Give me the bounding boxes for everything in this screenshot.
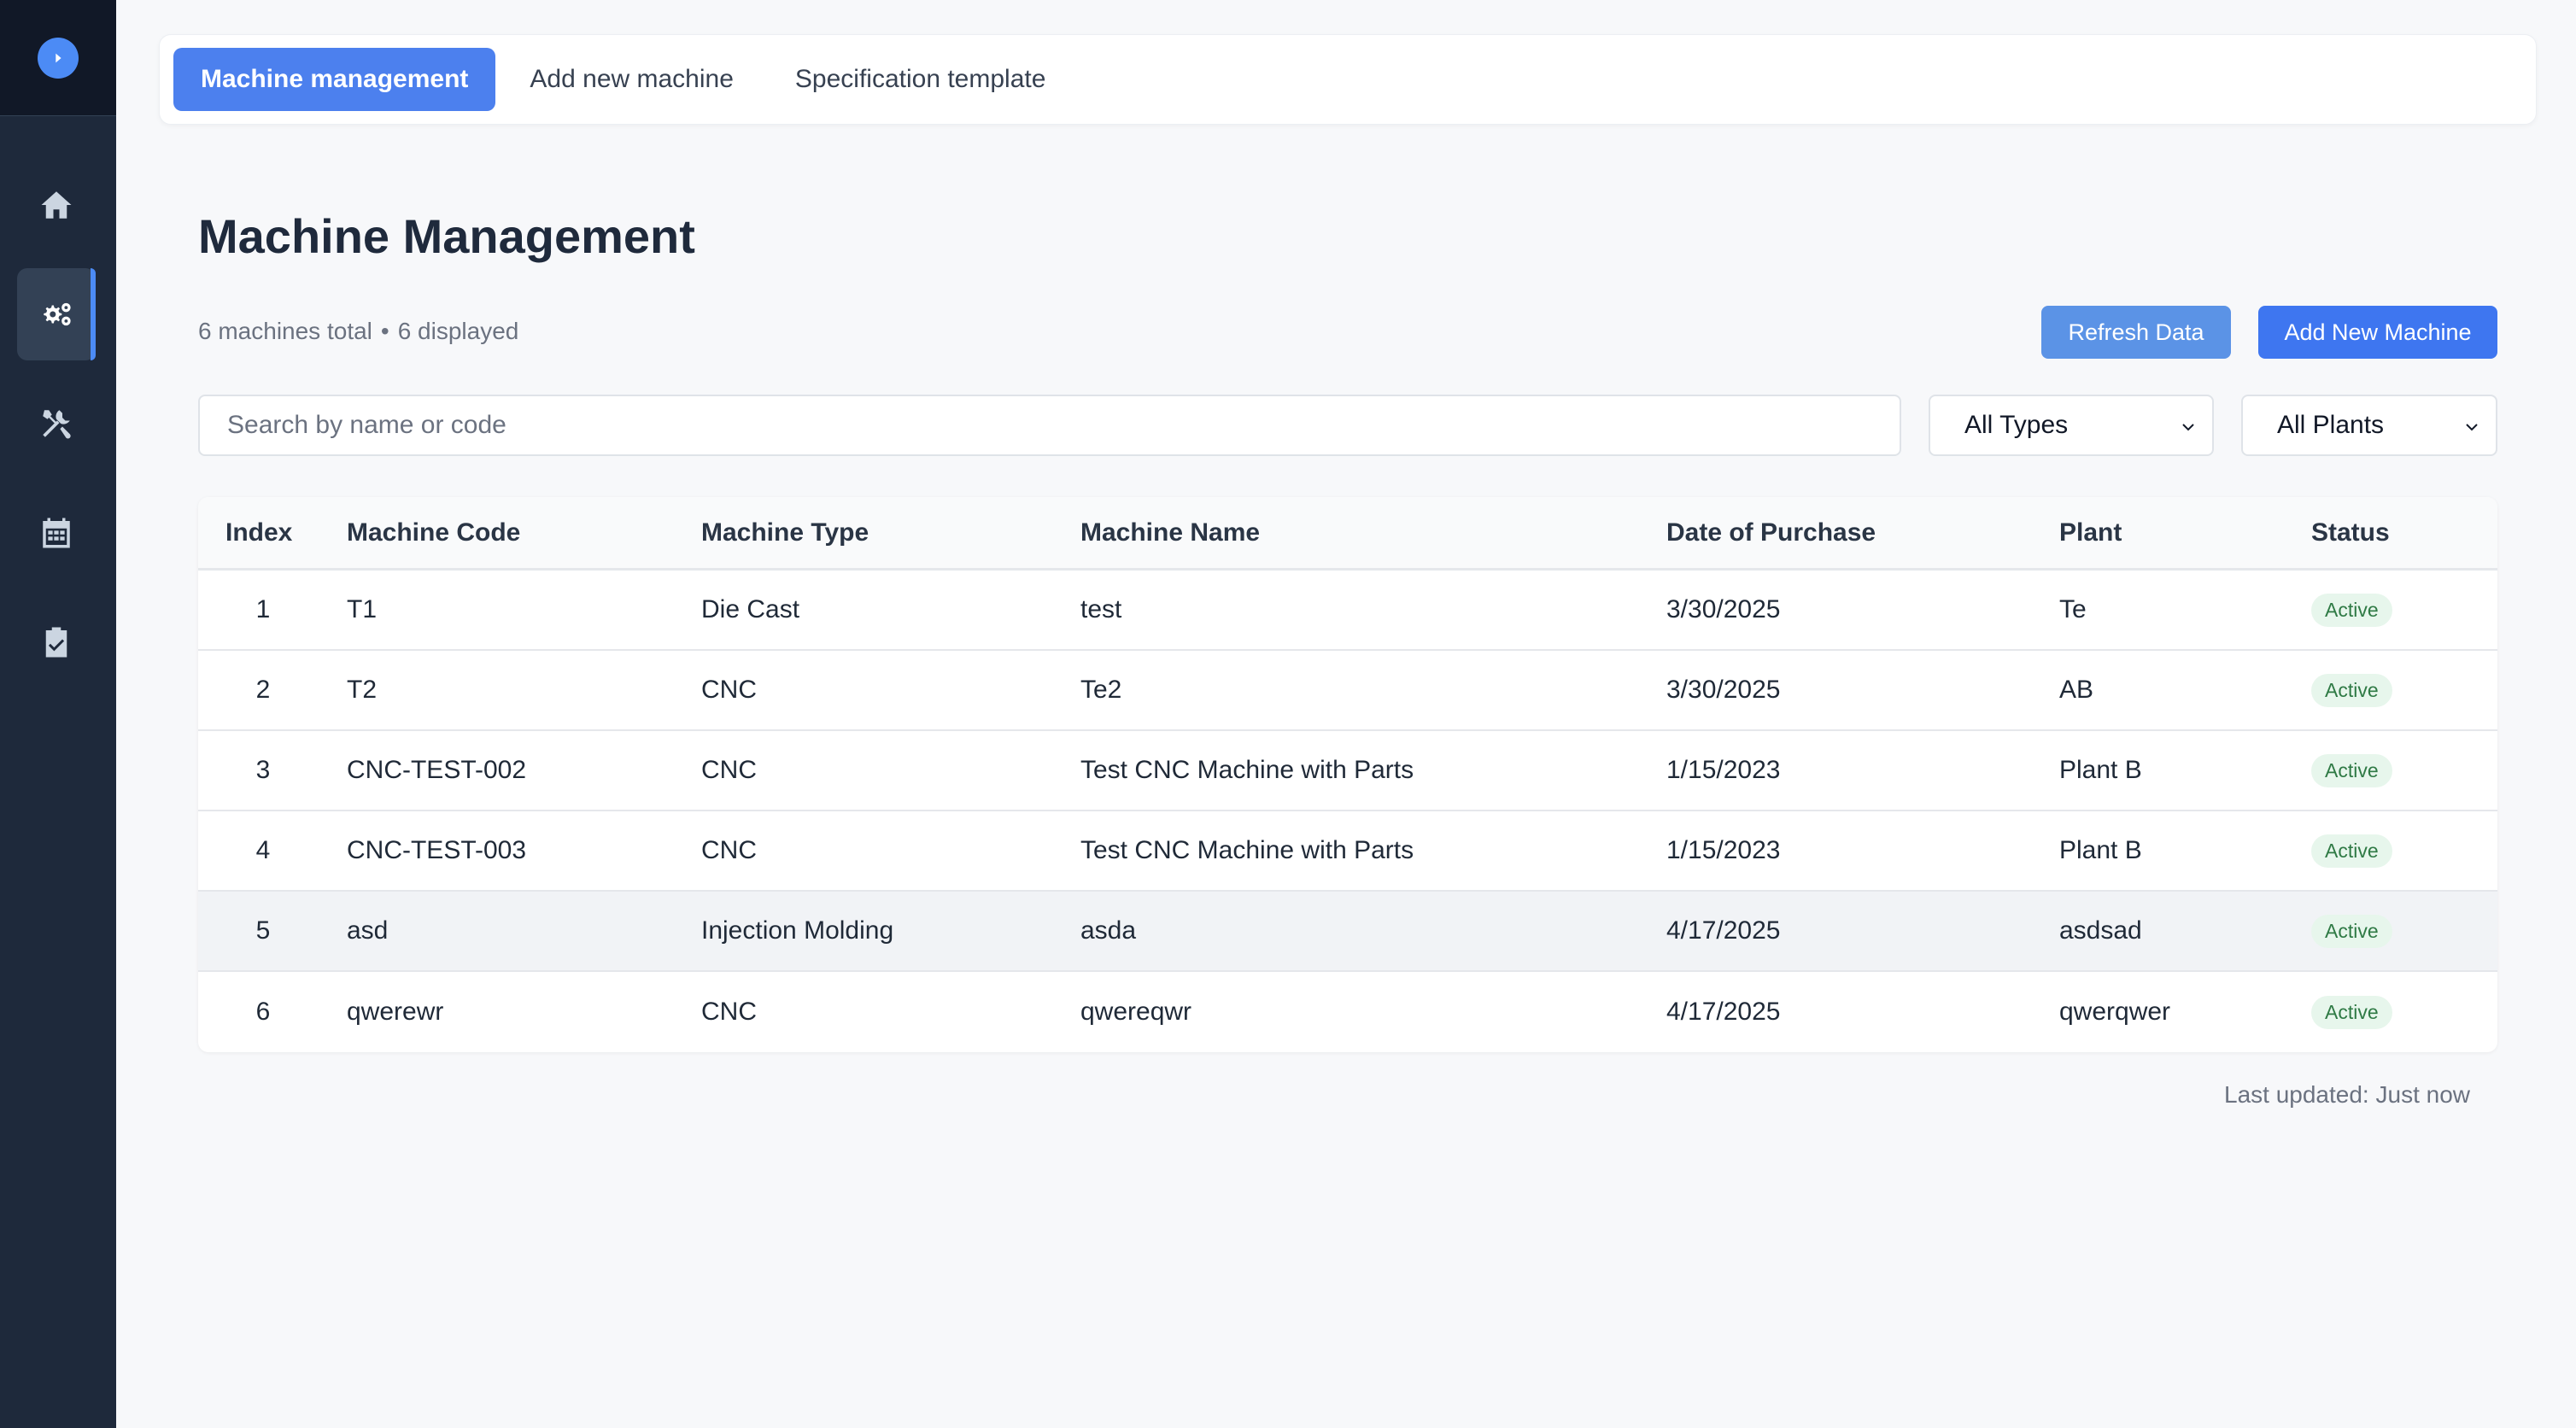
tools-icon bbox=[43, 410, 71, 439]
cell-date-of-purchase: 4/17/2025 bbox=[1666, 916, 1781, 945]
plant-filter-select[interactable]: All Plants bbox=[2241, 395, 2497, 456]
last-updated: Last updated: Just now bbox=[2224, 1081, 2470, 1109]
total-count: 6 machines total bbox=[198, 318, 372, 344]
chevron-down-icon bbox=[2466, 424, 2478, 431]
sidebar-item-home[interactable] bbox=[17, 159, 96, 251]
last-updated-value: Just now bbox=[2375, 1081, 2471, 1108]
cell-date-of-purchase: 1/15/2023 bbox=[1666, 836, 1781, 864]
table-row[interactable]: 3 CNC-TEST-002 CNC Test CNC Machine with… bbox=[198, 731, 2497, 811]
type-filter-value: All Types bbox=[1964, 411, 2069, 439]
add-new-machine-button[interactable]: Add New Machine bbox=[2258, 306, 2497, 359]
cell-status: Active bbox=[2311, 753, 2392, 787]
cell-machine-code: asd bbox=[347, 916, 389, 945]
column-header-plant[interactable]: Plant bbox=[2059, 518, 2122, 547]
tab-add-new-machine[interactable]: Add new machine bbox=[502, 48, 760, 111]
cell-plant: qwerqwer bbox=[2059, 998, 2171, 1026]
separator-dot: • bbox=[380, 318, 389, 344]
tab-machine-management[interactable]: Machine management bbox=[173, 48, 496, 111]
cell-machine-code: CNC-TEST-002 bbox=[347, 756, 527, 784]
sidebar-item-machines[interactable] bbox=[17, 268, 96, 360]
tab-bar: Machine management Add new machine Speci… bbox=[159, 34, 2537, 125]
cell-status: Active bbox=[2311, 834, 2392, 868]
table-row[interactable]: 4 CNC-TEST-003 CNC Test CNC Machine with… bbox=[198, 811, 2497, 892]
cell-machine-name: test bbox=[1080, 595, 1122, 623]
calendar-icon bbox=[43, 518, 70, 548]
cell-date-of-purchase: 3/30/2025 bbox=[1666, 676, 1781, 704]
machines-table: Index Machine Code Machine Type Machine … bbox=[198, 497, 2497, 1052]
cell-date-of-purchase: 3/30/2025 bbox=[1666, 595, 1781, 623]
cell-machine-type: CNC bbox=[701, 998, 757, 1026]
sidebar-header bbox=[0, 0, 116, 116]
cell-machine-type: CNC bbox=[701, 756, 757, 784]
cell-index: 3 bbox=[255, 756, 271, 784]
status-badge: Active bbox=[2311, 995, 2392, 1029]
search-input[interactable] bbox=[198, 395, 1901, 456]
column-header-machine-code[interactable]: Machine Code bbox=[347, 518, 520, 547]
cell-plant: Plant B bbox=[2059, 836, 2142, 864]
column-header-index[interactable]: Index bbox=[225, 518, 345, 547]
table-row[interactable]: 6 qwerewr CNC qwereqwr 4/17/2025 qwerqwe… bbox=[198, 972, 2497, 1052]
last-updated-label: Last updated: bbox=[2224, 1081, 2369, 1108]
chevron-right-icon bbox=[56, 53, 61, 62]
sidebar-toggle-button[interactable] bbox=[38, 37, 79, 79]
home-icon bbox=[41, 191, 72, 219]
type-filter-select[interactable]: All Types bbox=[1929, 395, 2214, 456]
status-badge: Active bbox=[2311, 593, 2392, 627]
cell-machine-name: Test CNC Machine with Parts bbox=[1080, 836, 1414, 864]
cell-machine-type: Injection Molding bbox=[701, 916, 894, 945]
cell-machine-code: qwerewr bbox=[347, 998, 444, 1026]
clipboard-check-icon bbox=[45, 627, 67, 658]
cell-machine-type: Die Cast bbox=[701, 595, 800, 623]
sidebar-item-tasks[interactable] bbox=[17, 596, 96, 688]
table-row[interactable]: 5 asd Injection Molding asda 4/17/2025 a… bbox=[198, 892, 2497, 972]
table-row[interactable]: 2 T2 CNC Te2 3/30/2025 AB Active bbox=[198, 651, 2497, 731]
cell-index: 2 bbox=[255, 676, 271, 704]
status-badge: Active bbox=[2311, 914, 2392, 948]
cell-machine-code: CNC-TEST-003 bbox=[347, 836, 527, 864]
sidebar-item-calendar[interactable] bbox=[17, 487, 96, 579]
cell-machine-code: T2 bbox=[347, 676, 378, 704]
tab-specification-template[interactable]: Specification template bbox=[768, 48, 1074, 111]
cell-machine-code: T1 bbox=[347, 595, 378, 623]
cell-machine-name: Test CNC Machine with Parts bbox=[1080, 756, 1414, 784]
status-badge: Active bbox=[2311, 753, 2392, 787]
cell-index: 4 bbox=[255, 836, 271, 864]
table-row[interactable]: 1 T1 Die Cast test 3/30/2025 Te Active bbox=[198, 571, 2497, 651]
sidebar-item-tools[interactable] bbox=[17, 377, 96, 470]
page-title: Machine Management bbox=[198, 209, 695, 263]
refresh-data-button[interactable]: Refresh Data bbox=[2041, 306, 2231, 359]
cell-status: Active bbox=[2311, 914, 2392, 948]
cell-status: Active bbox=[2311, 593, 2392, 627]
cell-plant: Plant B bbox=[2059, 756, 2142, 784]
chevron-down-icon bbox=[2182, 424, 2194, 431]
cell-machine-type: CNC bbox=[701, 836, 757, 864]
cell-index: 5 bbox=[255, 916, 271, 945]
cell-date-of-purchase: 4/17/2025 bbox=[1666, 998, 1781, 1026]
sidebar bbox=[0, 0, 116, 1428]
cell-status: Active bbox=[2311, 995, 2392, 1029]
cell-machine-type: CNC bbox=[701, 676, 757, 704]
machine-count-summary: 6 machines total • 6 displayed bbox=[198, 318, 518, 345]
cell-index: 6 bbox=[255, 998, 271, 1026]
cell-date-of-purchase: 1/15/2023 bbox=[1666, 756, 1781, 784]
column-header-date-of-purchase[interactable]: Date of Purchase bbox=[1666, 518, 1876, 547]
cell-machine-name: qwereqwr bbox=[1080, 998, 1192, 1026]
column-header-machine-name[interactable]: Machine Name bbox=[1080, 518, 1260, 547]
gears-icon bbox=[44, 302, 71, 326]
column-header-machine-type[interactable]: Machine Type bbox=[701, 518, 869, 547]
status-badge: Active bbox=[2311, 834, 2392, 868]
cell-index: 1 bbox=[255, 595, 271, 623]
plant-filter-value: All Plants bbox=[2277, 411, 2385, 439]
cell-machine-name: asda bbox=[1080, 916, 1137, 945]
displayed-count: 6 displayed bbox=[397, 318, 519, 344]
cell-plant: asdsad bbox=[2059, 916, 2142, 945]
table-header: Index Machine Code Machine Type Machine … bbox=[198, 497, 2497, 571]
cell-machine-name: Te2 bbox=[1080, 676, 1122, 704]
cell-plant: AB bbox=[2059, 676, 2094, 704]
column-header-status[interactable]: Status bbox=[2311, 518, 2390, 547]
cell-status: Active bbox=[2311, 673, 2392, 707]
cell-plant: Te bbox=[2059, 595, 2087, 623]
status-badge: Active bbox=[2311, 673, 2392, 707]
